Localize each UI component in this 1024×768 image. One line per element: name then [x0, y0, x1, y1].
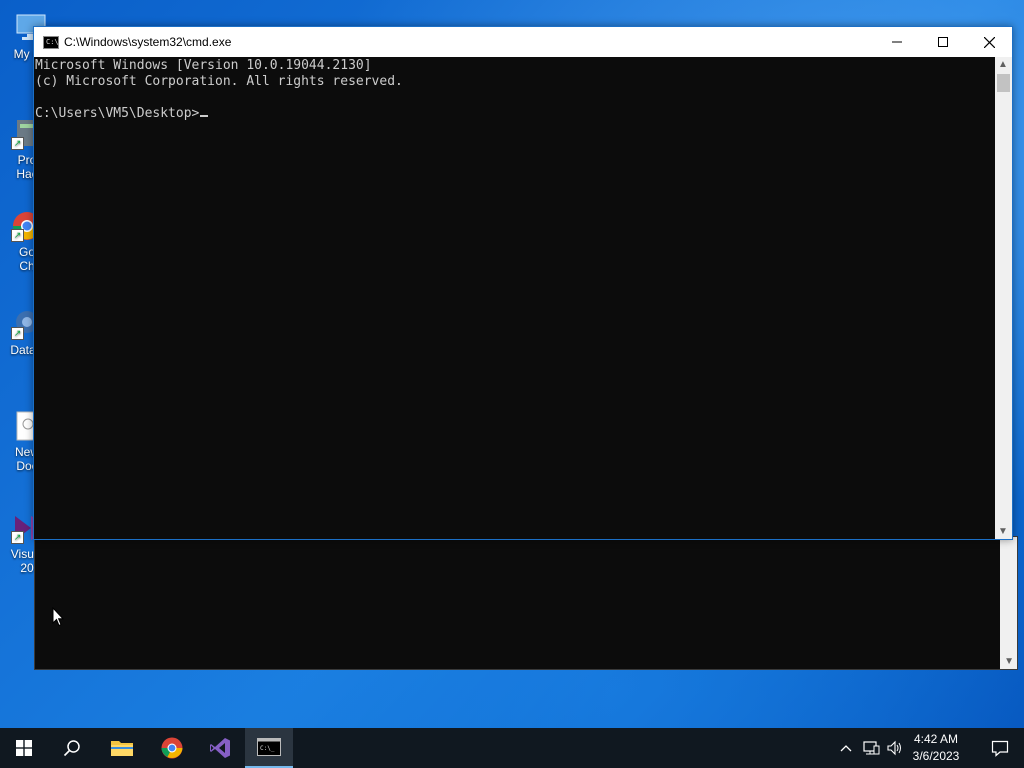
mouse-pointer-icon — [52, 606, 65, 632]
background-console-window: ▼ — [34, 536, 1018, 670]
vertical-scrollbar[interactable]: ▲ ▼ — [995, 57, 1012, 539]
taskbar-file-explorer[interactable] — [98, 728, 146, 768]
start-button[interactable] — [0, 728, 48, 768]
clock-date: 3/6/2023 — [912, 749, 960, 763]
title-bar[interactable]: C:\ C:\Windows\system32\cmd.exe — [34, 27, 1012, 57]
command-prompt[interactable]: C:\Users\VM5\Desktop> — [35, 106, 209, 122]
network-tray[interactable] — [860, 728, 882, 768]
close-icon — [983, 36, 995, 48]
shortcut-arrow-icon: ↗ — [11, 137, 24, 150]
shortcut-arrow-icon: ↗ — [11, 531, 24, 544]
close-button[interactable] — [966, 27, 1012, 57]
scroll-up-icon[interactable]: ▲ — [998, 59, 1008, 70]
background-scrollbar: ▼ — [1000, 537, 1017, 669]
visual-studio-icon — [210, 738, 230, 758]
show-hidden-icons[interactable] — [836, 728, 856, 768]
svg-text:C:\_: C:\_ — [260, 745, 275, 752]
taskbar-cmd[interactable]: C:\_ — [245, 728, 293, 768]
cmd-icon: C:\ — [43, 36, 59, 49]
taskbar-chrome[interactable] — [148, 728, 196, 768]
shortcut-arrow-icon: ↗ — [11, 229, 24, 242]
chrome-icon — [161, 737, 183, 759]
cmd-window[interactable]: C:\ C:\Windows\system32\cmd.exe Microsof… — [33, 26, 1013, 540]
text-cursor — [200, 115, 209, 117]
minimize-button[interactable] — [874, 27, 920, 57]
volume-icon — [887, 740, 901, 756]
scroll-down-icon: ▼ — [1004, 656, 1014, 667]
folder-icon — [111, 741, 133, 756]
console-line: (c) Microsoft Corporation. All rights re… — [35, 74, 403, 89]
maximize-button[interactable] — [920, 27, 966, 57]
shortcut-arrow-icon: ↗ — [11, 327, 24, 340]
system-clock[interactable]: 4:42 AM 3/6/2023 — [906, 731, 966, 765]
network-icon — [863, 741, 880, 755]
taskbar-search[interactable] — [48, 728, 96, 768]
windows-start-icon — [16, 740, 32, 756]
scroll-down-icon[interactable]: ▼ — [998, 526, 1008, 537]
prompt-text: C:\Users\VM5\Desktop> — [35, 106, 200, 121]
cmd-icon: C:\_ — [257, 738, 281, 756]
taskbar-visual-studio[interactable] — [196, 728, 244, 768]
chevron-up-icon — [840, 745, 852, 752]
minimize-icon — [892, 41, 902, 43]
volume-tray[interactable] — [884, 728, 906, 768]
console-line: Microsoft Windows [Version 10.0.19044.21… — [35, 58, 372, 73]
console-output[interactable]: Microsoft Windows [Version 10.0.19044.21… — [34, 57, 995, 539]
notification-icon — [991, 740, 1009, 757]
clock-time: 4:42 AM — [913, 732, 959, 746]
action-center-button[interactable] — [976, 728, 1024, 768]
window-title: C:\Windows\system32\cmd.exe — [64, 35, 232, 49]
search-icon — [63, 740, 80, 757]
scrollbar-thumb[interactable] — [997, 74, 1010, 92]
taskbar: C:\_ 4:42 AM 3/6/2023 — [0, 728, 1024, 768]
maximize-icon — [938, 37, 948, 47]
